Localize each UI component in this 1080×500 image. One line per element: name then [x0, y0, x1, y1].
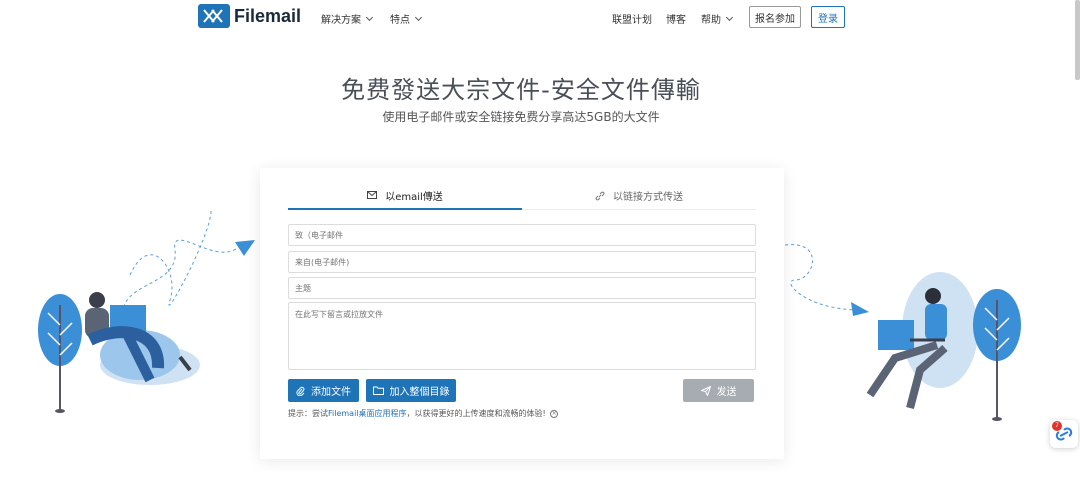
- tip-text: 提示：尝试Filemail桌面应用程序，以获得更好的上传速度和流畅的体验! ×: [288, 408, 559, 419]
- add-folder-button[interactable]: 加入整個目錄: [366, 379, 456, 402]
- paperclip-icon: [296, 386, 305, 396]
- tab-link-label: 以链接方式传送: [613, 192, 683, 203]
- nav-blog[interactable]: 博客: [666, 11, 686, 26]
- nav-affiliate-label: 联盟计划: [612, 15, 652, 26]
- from-email-input[interactable]: [288, 251, 756, 273]
- tip-prefix: 提示：尝试: [288, 409, 328, 418]
- chevron-down-icon: [365, 13, 374, 21]
- nav-help-label: 帮助: [701, 15, 721, 26]
- nav-affiliate[interactable]: 联盟计划: [612, 11, 652, 26]
- add-files-label: 添加文件: [311, 387, 351, 398]
- add-files-button[interactable]: 添加文件: [288, 379, 359, 402]
- person-sitting-illustration: [785, 244, 1021, 421]
- scrollbar[interactable]: [1075, 0, 1080, 80]
- page-title: 免费發送大宗文件-安全文件傳輸: [341, 76, 701, 104]
- login-button[interactable]: 登录: [811, 6, 845, 28]
- nav-help[interactable]: 帮助: [701, 11, 734, 26]
- tab-email-label: 以email傳送: [385, 191, 443, 203]
- close-tip-icon[interactable]: ×: [550, 409, 559, 418]
- paper-plane-icon: [851, 302, 869, 316]
- desktop-app-link[interactable]: Filemail桌面应用程序: [328, 409, 407, 418]
- filemail-logo-icon: [198, 4, 230, 28]
- chevron-down-icon: [725, 13, 734, 21]
- tab-link[interactable]: 以链接方式传送: [522, 182, 756, 210]
- tab-email[interactable]: 以email傳送: [288, 182, 522, 210]
- logo[interactable]: Filemail: [198, 4, 301, 28]
- person-on-beanbag-illustration: [38, 210, 255, 413]
- page: Filemail 解决方案 特点 联盟计划 博客 帮助 报名参加 登录 免费發送…: [0, 0, 1080, 500]
- to-email-input[interactable]: [288, 224, 756, 246]
- message-textarea[interactable]: [288, 302, 756, 370]
- nav-solutions-label: 解决方案: [321, 15, 361, 26]
- send-button[interactable]: 发送: [683, 379, 754, 402]
- page-subtitle: 使用电子邮件或安全链接免费分享高达5GB的大文件: [382, 110, 660, 124]
- nav-blog-label: 博客: [666, 15, 686, 26]
- upload-card: 以email傳送 以链接方式传送 添加文件 加入整個目錄: [260, 168, 784, 459]
- tip-suffix: ，以获得更好的上传速度和流畅的体验!: [406, 409, 546, 418]
- nav-solutions[interactable]: 解决方案: [321, 11, 374, 26]
- mail-icon: [367, 191, 378, 199]
- nav-features-label: 特点: [390, 15, 410, 26]
- paper-plane-icon: [235, 240, 255, 256]
- send-label: 发送: [716, 387, 737, 398]
- paper-plane-icon: [700, 385, 711, 396]
- subject-input[interactable]: [288, 277, 756, 299]
- signup-button[interactable]: 报名参加: [749, 6, 801, 28]
- chevron-down-icon: [414, 13, 423, 21]
- add-folder-label: 加入整個目錄: [389, 387, 450, 398]
- folder-icon: [372, 386, 384, 395]
- nav-features[interactable]: 特点: [390, 11, 423, 26]
- brand-name: Filemail: [234, 5, 302, 26]
- notification-badge: 7: [1052, 421, 1062, 431]
- link-icon: [595, 191, 605, 200]
